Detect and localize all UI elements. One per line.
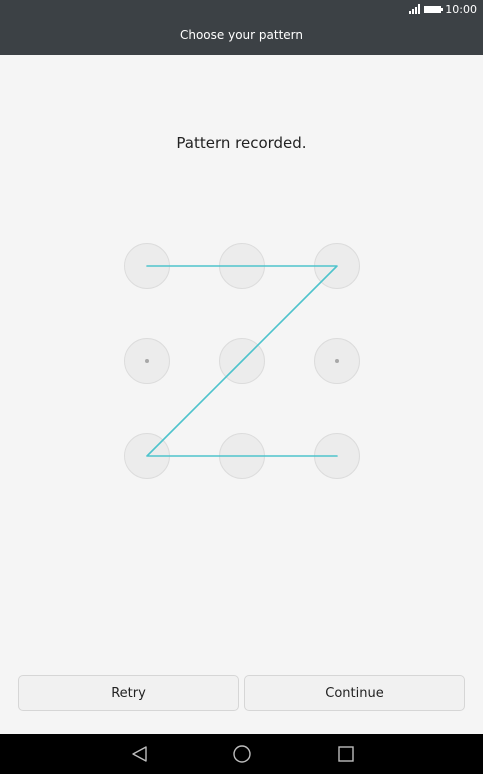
back-triangle-icon[interactable] [130,744,150,764]
navigation-bar [0,734,483,774]
recents-square-icon[interactable] [336,744,356,764]
continue-button[interactable]: Continue [244,675,465,711]
retry-button[interactable]: Retry [18,675,239,711]
pattern-path [146,265,338,457]
pattern-line [146,265,338,457]
home-circle-icon[interactable] [232,744,252,764]
